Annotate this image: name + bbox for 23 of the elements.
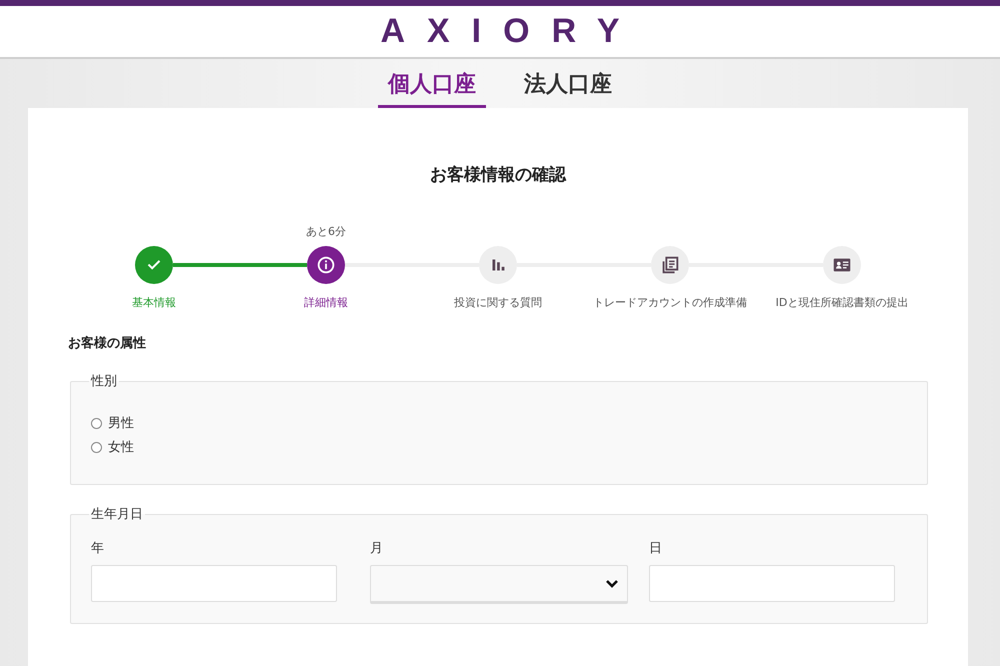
logo: AXIORY bbox=[380, 12, 642, 51]
input-field[interactable] bbox=[91, 565, 337, 602]
step-label: 詳細情報 bbox=[304, 295, 348, 310]
step-label: 基本情報 bbox=[132, 295, 176, 310]
time-remaining: あと6分 bbox=[306, 224, 346, 239]
radio-button[interactable] bbox=[91, 418, 102, 428]
step-label: トレードアカウントの作成準備 bbox=[593, 295, 747, 310]
radio-label[interactable]: 男性 bbox=[108, 414, 134, 432]
radio-label[interactable]: 女性 bbox=[108, 438, 134, 456]
section-heading: お客様の属性 bbox=[68, 334, 147, 352]
page-title: お客様情報の確認 bbox=[429, 164, 568, 187]
group-legend: 生年月日 bbox=[89, 505, 145, 523]
group-legend: 性別 bbox=[89, 372, 119, 390]
step-label: IDと現住所確認書類の提出 bbox=[776, 295, 908, 310]
input-field[interactable] bbox=[649, 565, 895, 602]
chevron-down-icon bbox=[605, 578, 619, 588]
field-label: 月 bbox=[370, 540, 384, 557]
field-label: 年 bbox=[91, 540, 105, 557]
radio-button[interactable] bbox=[91, 442, 102, 452]
field-label: 日 bbox=[649, 540, 663, 557]
step-label: 投資に関する質問 bbox=[454, 295, 542, 310]
select-field[interactable] bbox=[370, 565, 628, 604]
account-tab[interactable]: 法人口座 bbox=[514, 69, 622, 108]
